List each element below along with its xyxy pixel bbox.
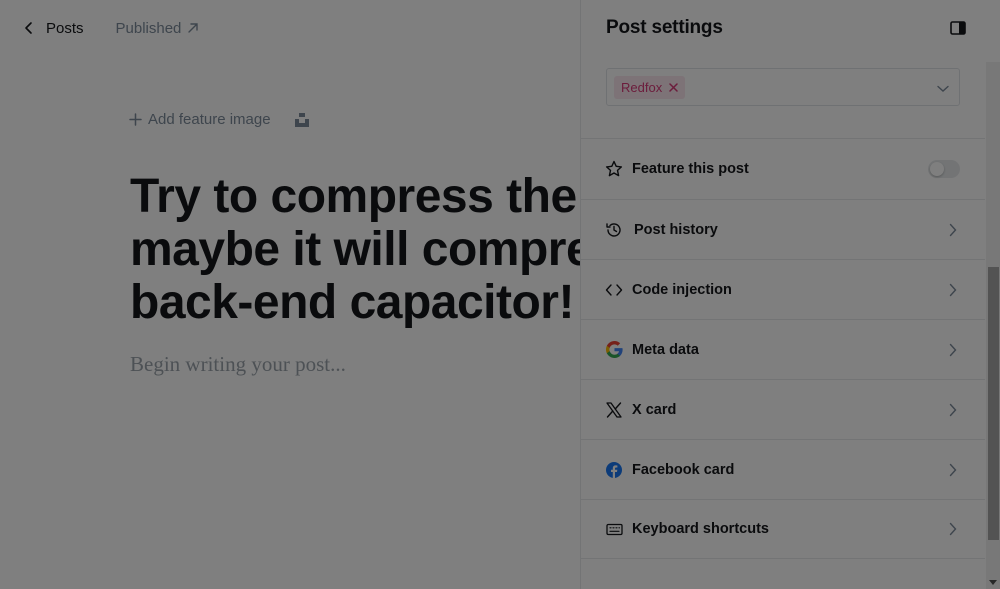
back-label: Posts [46, 19, 84, 37]
post-history-label: Post history [634, 221, 718, 238]
back-to-posts-link[interactable]: Posts [24, 20, 84, 37]
code-injection-label: Code injection [632, 281, 732, 298]
unsplash-icon [294, 112, 309, 127]
keyboard-shortcuts-label: Keyboard shortcuts [632, 521, 769, 537]
feature-post-label: Feature this post [632, 161, 749, 177]
published-status-link[interactable]: Published [116, 20, 200, 37]
scrollbar-thumb[interactable] [988, 267, 999, 540]
chevron-right-icon [949, 522, 957, 536]
google-icon [605, 341, 623, 359]
panel-scrollbar[interactable] [986, 62, 1000, 589]
status-label: Published [115, 19, 182, 37]
feature-post-toggle[interactable] [928, 160, 960, 178]
chevron-right-icon [949, 343, 957, 357]
x-card-label: X card [632, 401, 677, 418]
code-icon [605, 281, 623, 299]
chevron-right-icon [949, 223, 957, 237]
keyboard-icon [605, 520, 623, 538]
add-feature-image-button[interactable]: Add feature image [129, 111, 271, 128]
chevron-right-icon [949, 403, 957, 417]
facebook-icon [605, 461, 623, 479]
star-icon [605, 160, 623, 178]
panel-title: Post settings [606, 17, 723, 38]
history-icon [605, 221, 623, 239]
post-body-placeholder[interactable]: Begin writing your post... [130, 352, 346, 377]
chevron-right-icon [949, 463, 957, 477]
external-arrow-icon [188, 23, 199, 33]
keyboard-shortcuts-row[interactable]: Keyboard shortcuts [581, 499, 985, 559]
tags-input[interactable]: Redfox [606, 68, 960, 106]
unsplash-button[interactable] [294, 112, 309, 127]
plus-icon [129, 113, 142, 126]
post-history-row[interactable]: Post history [581, 199, 985, 259]
feature-post-row[interactable]: Feature this post [581, 138, 985, 199]
tag-label: Redfox [621, 79, 663, 95]
chevron-right-icon [949, 283, 957, 297]
chevron-down-icon[interactable] [937, 80, 949, 98]
facebook-card-label: Facebook card [632, 461, 735, 478]
panel-header: Post settings [606, 14, 966, 42]
add-feature-image-label: Add feature image [148, 111, 271, 128]
x-card-row[interactable]: X card [581, 379, 985, 439]
remove-tag-icon[interactable] [669, 82, 678, 92]
feature-image-row: Add feature image [129, 111, 309, 128]
settings-list: Feature this post Post history Code inje… [581, 138, 985, 559]
facebook-card-row[interactable]: Facebook card [581, 439, 985, 499]
editor-topbar: Posts Published [24, 16, 199, 40]
post-settings-panel: Post settings Redfox Feature this post P… [580, 0, 1000, 589]
code-injection-row[interactable]: Code injection [581, 259, 985, 319]
post-editor: Posts Published Add feature image Try to… [0, 0, 580, 589]
post-title[interactable]: Try to compress the microchip, maybe it … [130, 170, 580, 329]
toggle-settings-button[interactable] [950, 21, 966, 35]
meta-data-label: Meta data [632, 341, 699, 358]
toggle-knob [930, 162, 944, 176]
meta-data-row[interactable]: Meta data [581, 319, 985, 379]
chevron-left-icon [25, 22, 32, 34]
tag-chip: Redfox [614, 75, 686, 99]
scroll-down-arrow-icon[interactable] [989, 580, 997, 585]
x-logo-icon [605, 401, 623, 419]
sidebar-toggle-icon [950, 21, 966, 35]
